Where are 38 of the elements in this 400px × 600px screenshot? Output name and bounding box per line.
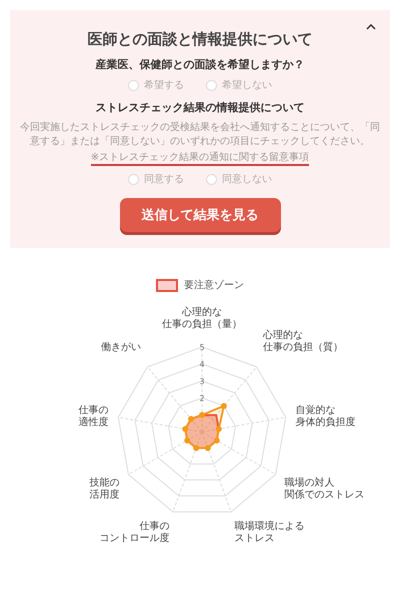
axis-tick-label: 4 [199, 360, 205, 369]
section-title: 医師との面談と情報提供について [88, 30, 312, 49]
legend-label: 要注意ゾーン [184, 278, 244, 292]
axis-label: 活用度 [90, 490, 120, 500]
axis-label: 職場環境による [234, 521, 304, 532]
axis-label: 身体的負担度 [296, 416, 356, 428]
instruction-text: 今回実施したストレスチェックの受検結果を会社へ通知することについて、「同意する」または「同意しない」のいずれかの項目にチェックしてください。 [19, 121, 381, 148]
radio-button[interactable] [128, 80, 139, 90]
notice-link[interactable]: ※ストレスチェック結果の通知に関する留意事項 [90, 150, 310, 166]
axis-label: 仕事の [78, 404, 108, 416]
axis-label: 適性度 [78, 416, 108, 428]
axis-label: コントロール度 [100, 533, 170, 544]
axis-label: 心理的な [182, 307, 222, 318]
option-label: 希望しない [222, 78, 272, 92]
radio-button[interactable] [206, 80, 217, 90]
submit-button[interactable]: 送信して結果を見る [120, 198, 280, 232]
result-line [182, 402, 227, 451]
axis-label: 心理的な [263, 330, 304, 342]
collapse-chevron-icon[interactable] [366, 24, 376, 30]
question-heading: ストレスチェック結果の情報提供について [96, 100, 304, 115]
axis-tick-label: 3 [199, 377, 205, 386]
axis-label: 技能の [90, 478, 120, 488]
axis-label: 職場の対人 [284, 478, 334, 488]
axis-label: 仕事の負担（量） [162, 319, 242, 330]
axis-tick-label: 5 [199, 343, 205, 352]
axis-label: 働きがい [100, 342, 141, 354]
axis-tick-label: 2 [199, 394, 205, 403]
option-label: 同意しない [222, 172, 272, 186]
axis-label: 関係でのストレス [284, 490, 364, 500]
radio-button[interactable] [128, 174, 139, 184]
axis-label: 仕事の [140, 521, 170, 532]
radio-button[interactable] [206, 174, 217, 184]
question-heading: 産業医、保健師との面談を希望しますか？ [96, 57, 304, 72]
axis-label: 自覚的な [296, 404, 336, 416]
option-label: 希望する [144, 78, 184, 92]
axis-label: 仕事の負担（質） [263, 342, 344, 354]
axis-label: ストレス [234, 533, 274, 544]
option-label: 同意する [144, 172, 184, 186]
